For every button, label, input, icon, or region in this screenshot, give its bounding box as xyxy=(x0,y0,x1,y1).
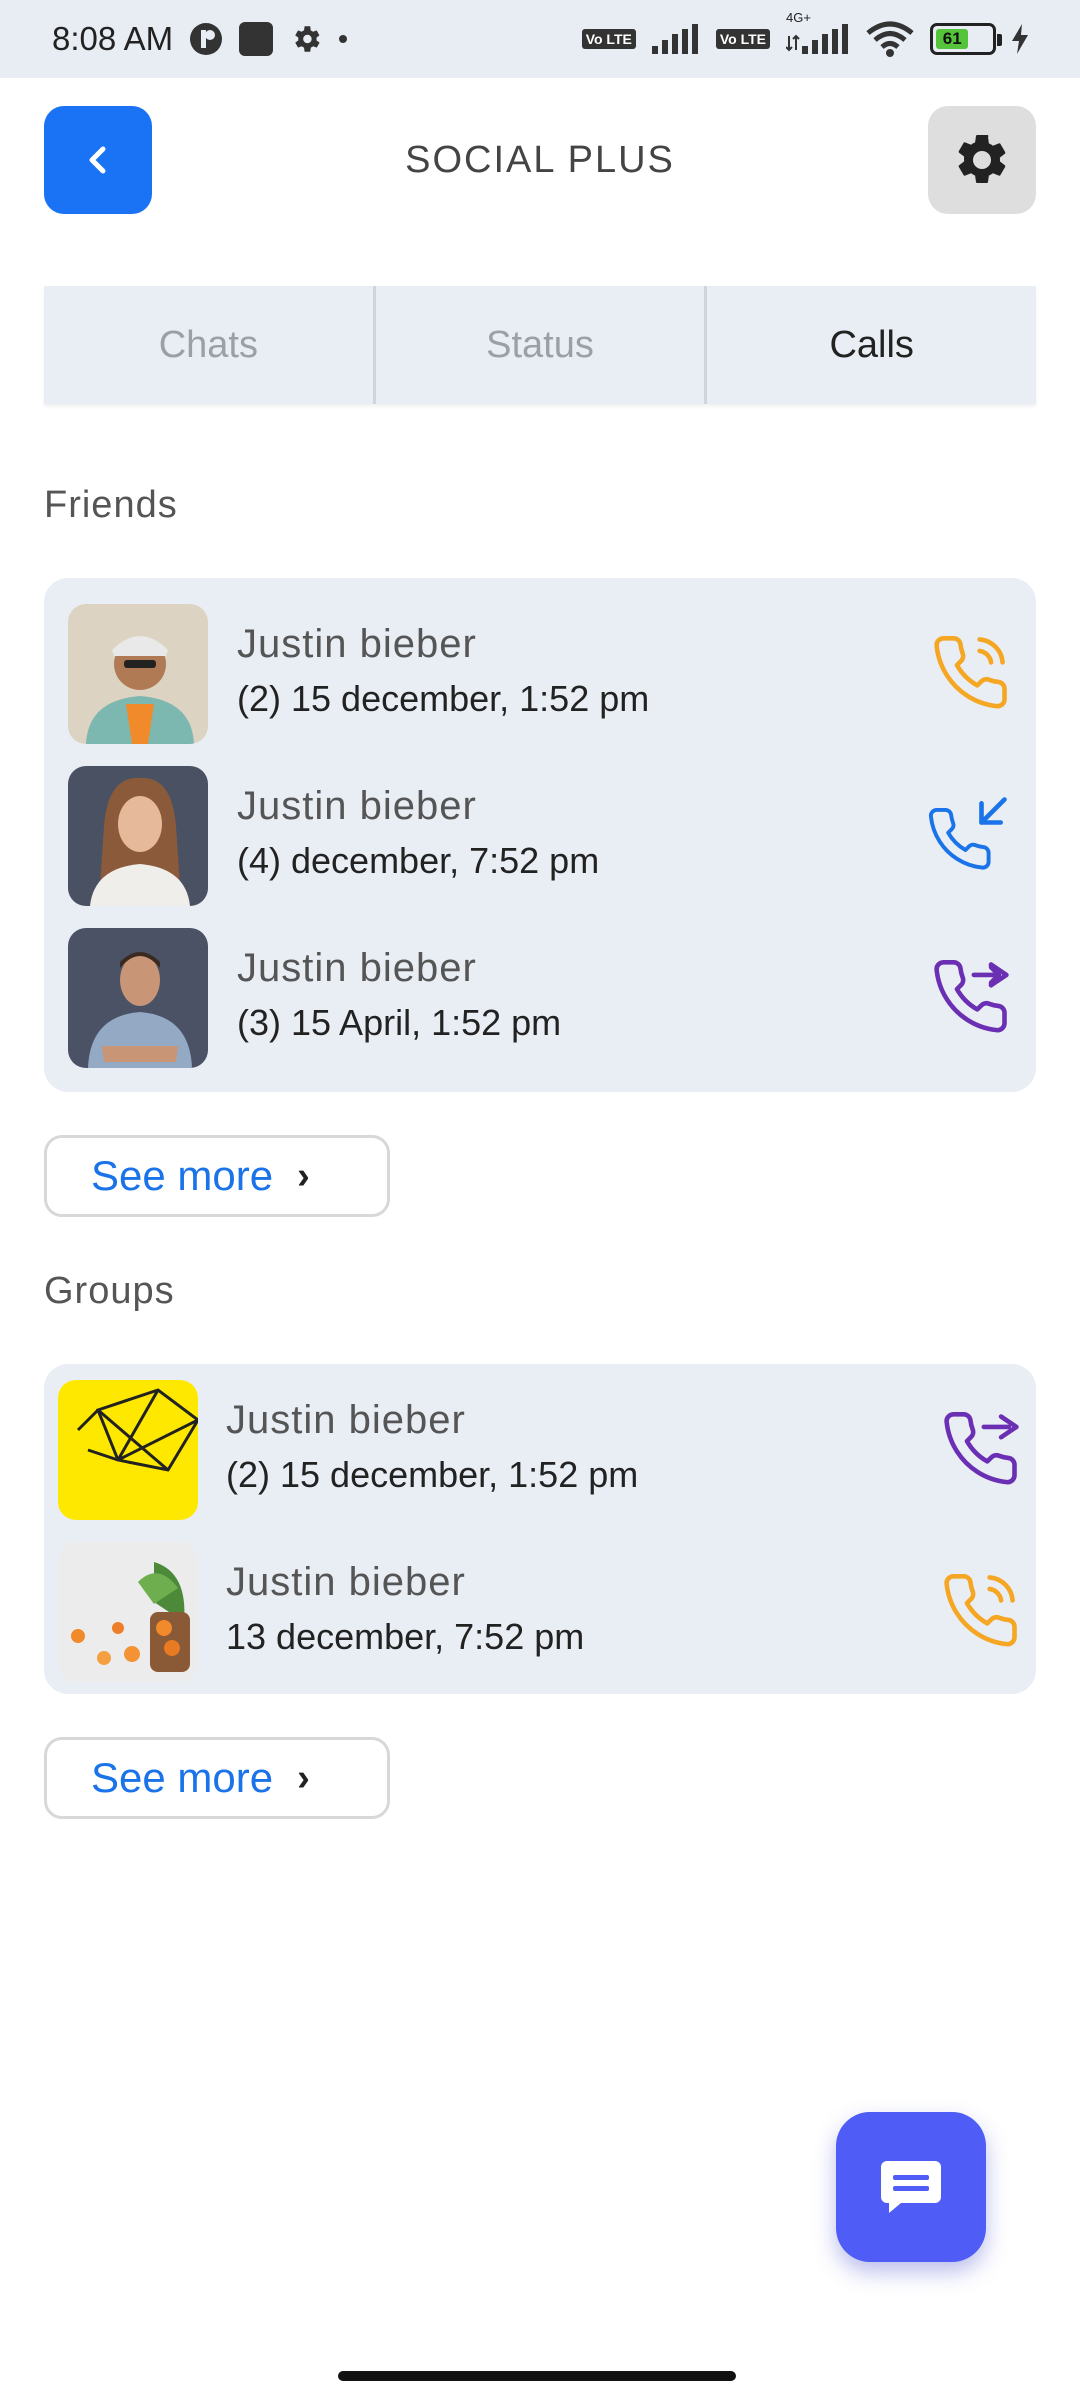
volte-1-badge: Vo LTE xyxy=(581,29,636,49)
groups-call-list: Justin bieber (2) 15 december, 1:52 pm J… xyxy=(44,1364,1036,1694)
phone-ringing-icon[interactable] xyxy=(930,1560,1030,1660)
chevron-left-icon xyxy=(89,146,106,174)
list-item[interactable]: Justin bieber 13 december, 7:52 pm xyxy=(44,1538,1036,1686)
avatar xyxy=(68,604,208,744)
battery-level: 61 xyxy=(936,29,969,49)
battery-indicator: 61 xyxy=(930,23,1002,55)
phone-forwarded-icon[interactable] xyxy=(930,1398,1030,1498)
new-chat-fab[interactable] xyxy=(836,2112,986,2262)
tab-chats[interactable]: Chats xyxy=(44,286,373,404)
settings-button[interactable] xyxy=(928,106,1036,214)
friends-section-title: Friends xyxy=(44,484,178,526)
signal-1-icon xyxy=(651,24,700,54)
call-time: 13 december, 7:52 pm xyxy=(226,1616,585,1657)
call-time: (2) 15 december, 1:52 pm xyxy=(226,1454,639,1495)
wifi-icon xyxy=(866,21,914,57)
groups-see-more-button[interactable]: See more › xyxy=(44,1737,390,1819)
page-title: SOCIAL PLUS xyxy=(405,139,675,181)
call-time: (3) 15 April, 1:52 pm xyxy=(237,1002,562,1043)
contact-name: Justin bieber xyxy=(237,784,477,828)
back-button[interactable] xyxy=(44,106,152,214)
notification-square-icon xyxy=(239,22,274,56)
avatar xyxy=(68,766,208,906)
app-header: SOCIAL PLUS xyxy=(44,106,1036,214)
list-item[interactable]: Justin bieber (2) 15 december, 1:52 pm xyxy=(44,600,1036,748)
call-time: (2) 15 december, 1:52 pm xyxy=(237,678,650,719)
tab-bar: Chats Status Calls xyxy=(44,286,1036,404)
charging-bolt-icon xyxy=(1012,24,1028,54)
list-item[interactable]: Justin bieber (3) 15 April, 1:52 pm xyxy=(44,924,1036,1072)
chat-bubble-icon xyxy=(881,2161,941,2213)
groups-section-title: Groups xyxy=(44,1270,175,1312)
list-item[interactable]: Justin bieber (2) 15 december, 1:52 pm xyxy=(44,1376,1036,1524)
list-item[interactable]: Justin bieber (4) december, 7:52 pm xyxy=(44,762,1036,910)
status-time: 8:08 AM xyxy=(52,20,174,57)
contact-name: Justin bieber xyxy=(237,622,477,666)
phone-ringing-icon[interactable] xyxy=(920,622,1020,722)
notification-app-icon xyxy=(189,22,223,56)
group-name: Justin bieber xyxy=(226,1398,466,1442)
contact-name: Justin bieber xyxy=(237,946,477,990)
group-name: Justin bieber xyxy=(226,1560,466,1604)
friends-see-more-button[interactable]: See more › xyxy=(44,1135,390,1217)
phone-incoming-icon[interactable] xyxy=(920,784,1020,884)
home-indicator[interactable] xyxy=(338,2371,736,2381)
call-time: (4) december, 7:52 pm xyxy=(237,840,600,881)
tab-status[interactable]: Status xyxy=(372,286,705,404)
more-notifications-dot xyxy=(339,35,348,43)
signal-2-icon: 4G+ xyxy=(786,10,850,54)
friends-call-list: Justin bieber (2) 15 december, 1:52 pm J… xyxy=(44,578,1036,1092)
gear-icon xyxy=(958,134,1006,183)
settings-notification-icon xyxy=(289,22,323,56)
network-type-label: 4G+ xyxy=(786,10,811,25)
status-bar: 8:08 AM Vo LTE Vo LTE 4G+ 61 xyxy=(0,0,1080,78)
volte-2-badge: Vo LTE xyxy=(715,29,770,49)
see-more-label: See more xyxy=(91,1754,274,1801)
see-more-label: See more xyxy=(91,1152,274,1199)
avatar xyxy=(68,928,208,1068)
chevron-right-icon: › xyxy=(297,1154,310,1197)
group-avatar xyxy=(58,1380,198,1520)
group-avatar xyxy=(58,1542,198,1682)
chevron-right-icon: › xyxy=(297,1756,310,1799)
phone-forwarded-icon[interactable] xyxy=(920,946,1020,1046)
tab-calls[interactable]: Calls xyxy=(704,286,1036,404)
